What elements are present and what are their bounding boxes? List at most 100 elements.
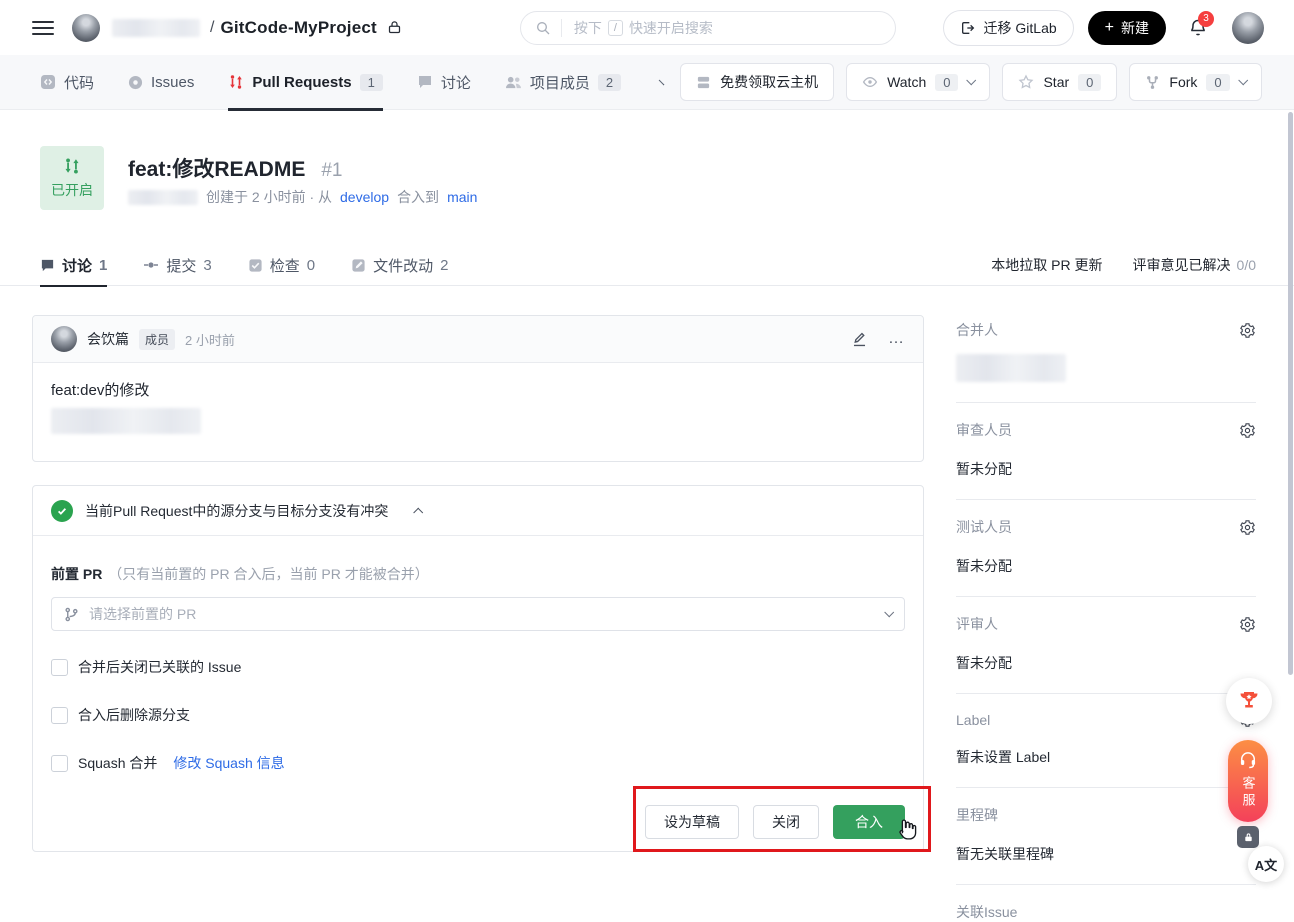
translate-icon: A文 [1255, 855, 1277, 874]
pr-number: #1 [321, 160, 342, 182]
sidebar-section-milestone: 里程碑 暂无关联里程碑 [956, 788, 1256, 885]
star-button[interactable]: Star 0 [1002, 63, 1117, 101]
target-branch-link[interactable]: main [447, 189, 477, 205]
squash-label: Squash 合并 [78, 753, 157, 773]
merge-button[interactable]: 合入 [833, 805, 905, 839]
comment-author-avatar[interactable] [51, 326, 77, 352]
edit-pencil-icon[interactable] [851, 331, 868, 348]
repo-tabbar: 代码 Issues Pull Requests 1 讨论 项目成员 2 免费领取… [0, 55, 1294, 110]
project-name-link[interactable]: GitCode-MyProject [220, 18, 376, 38]
fork-icon [1145, 75, 1160, 90]
discussion-icon [40, 258, 55, 273]
more-tabs-chevron[interactable] [659, 79, 665, 85]
delete-branch-label: 合入后删除源分支 [78, 705, 190, 725]
sidebar-section-merger: 合并人 [956, 303, 1256, 403]
more-options-icon[interactable]: … [888, 330, 905, 348]
notification-count-badge: 3 [1198, 11, 1214, 27]
server-icon [696, 75, 711, 90]
namespace-avatar[interactable] [72, 14, 100, 42]
free-cloud-host-button[interactable]: 免费领取云主机 [680, 63, 834, 101]
pr-open-icon [63, 157, 81, 175]
no-conflict-check-icon [51, 500, 73, 522]
sidebar-section-testers: 测试人员 暂未分配 [956, 500, 1256, 597]
top-navbar: / GitCode-MyProject 按下 / 快速开启搜索 迁移 GitLa… [0, 0, 1294, 55]
subtab-discussion[interactable]: 讨论 1 [40, 245, 107, 286]
prereq-pr-hint: （只有当前置的 PR 合入后，当前 PR 才能被合并） [108, 566, 428, 582]
comment-header: 会饮篇 成员 2 小时前 … [33, 316, 923, 363]
pr-count-badge: 1 [360, 74, 383, 91]
testers-gear-icon[interactable] [1239, 519, 1256, 536]
review-resolved-ratio: 0/0 [1237, 257, 1256, 273]
set-draft-button[interactable]: 设为草稿 [645, 805, 739, 839]
notifications-bell[interactable]: 3 [1188, 18, 1208, 38]
search-placeholder: 按下 / 快速开启搜索 [574, 18, 713, 38]
prereq-pr-select[interactable]: 请选择前置的 PR [51, 597, 905, 631]
subtab-file-changes[interactable]: 文件改动 2 [351, 245, 448, 286]
lock-mini-icon [1243, 832, 1254, 843]
tab-members[interactable]: 项目成员 2 [505, 55, 621, 110]
fork-count-badge: 0 [1206, 74, 1229, 91]
new-button[interactable]: + 新建 [1088, 11, 1166, 45]
sidebar-section-label: Label 暂未设置 Label [956, 694, 1256, 788]
pr-status-open-badge: 已开启 [40, 146, 104, 210]
commits-icon [143, 257, 159, 273]
subtab-commits[interactable]: 提交 3 [143, 245, 211, 286]
merge-status-header: 当前Pull Request中的源分支与目标分支没有冲突 [33, 486, 923, 536]
slash-keycap: / [608, 20, 623, 36]
prereq-pr-label: 前置 PR [51, 566, 102, 582]
issues-icon [128, 75, 143, 90]
squash-checkbox[interactable] [51, 755, 68, 772]
delete-branch-checkbox[interactable] [51, 707, 68, 724]
member-role-badge: 成员 [139, 329, 175, 350]
customer-support-button[interactable]: 客服 [1228, 740, 1268, 822]
fork-button[interactable]: Fork 0 [1129, 63, 1261, 101]
tab-code[interactable]: 代码 [40, 55, 94, 110]
code-icon [40, 74, 56, 90]
rewards-trophy-button[interactable] [1226, 678, 1272, 724]
trophy-icon [1237, 689, 1261, 713]
watch-icon [862, 74, 878, 90]
support-label: 客服 [1239, 776, 1258, 810]
merger-gear-icon[interactable] [1239, 322, 1256, 339]
comment-text: feat:dev的修改 [51, 379, 905, 400]
widget-dock-button[interactable] [1237, 826, 1259, 848]
namespace-name-redacted [112, 19, 200, 37]
star-icon [1018, 74, 1034, 90]
translate-button[interactable]: A文 [1248, 846, 1284, 882]
search-divider [561, 19, 562, 37]
collapse-chevron[interactable] [414, 508, 424, 518]
vertical-scrollbar-thumb[interactable] [1288, 112, 1293, 675]
pr-subtabs: 讨论 1 提交 3 检查 0 文件改动 2 本地拉取 PR 更新 评审意见已解决… [0, 245, 1294, 286]
edit-squash-link[interactable]: 修改 Squash 信息 [173, 753, 284, 773]
fork-dropdown-chevron[interactable] [1238, 75, 1248, 85]
pr-author-redacted [128, 190, 198, 205]
assessors-gear-icon[interactable] [1239, 616, 1256, 633]
branch-icon [64, 607, 79, 622]
close-pr-button[interactable]: 关闭 [753, 805, 819, 839]
hamburger-menu-icon[interactable] [32, 17, 54, 39]
plus-icon: + [1105, 20, 1114, 36]
search-input[interactable]: 按下 / 快速开启搜索 [520, 11, 896, 45]
tab-pull-requests[interactable]: Pull Requests 1 [228, 55, 382, 110]
review-resolved[interactable]: 评审意见已解决0/0 [1133, 255, 1256, 275]
watch-dropdown-chevron[interactable] [967, 75, 977, 85]
breadcrumb-separator: / [210, 19, 214, 37]
pr-sidebar: 合并人 审查人员 暂未分配 测试人员 暂未分配 评审人 暂未分配 Label 暂… [956, 303, 1256, 922]
tab-issues[interactable]: Issues [128, 55, 194, 110]
sidebar-section-assessors: 评审人 暂未分配 [956, 597, 1256, 694]
source-branch-link[interactable]: develop [340, 189, 389, 205]
members-count-badge: 2 [598, 74, 621, 91]
tab-discussion[interactable]: 讨论 [417, 55, 471, 110]
watch-button[interactable]: Watch 0 [846, 63, 990, 101]
close-issue-checkbox[interactable] [51, 659, 68, 676]
pull-pr-update-link[interactable]: 本地拉取 PR 更新 [991, 255, 1102, 275]
star-count-badge: 0 [1078, 74, 1101, 91]
subtab-checks[interactable]: 检查 0 [248, 245, 315, 286]
reviewers-gear-icon[interactable] [1239, 422, 1256, 439]
migrate-icon [960, 20, 976, 36]
headset-icon [1238, 750, 1258, 770]
comment-author-name[interactable]: 会饮篇 [87, 329, 129, 349]
migrate-gitlab-button[interactable]: 迁移 GitLab [943, 10, 1074, 46]
user-avatar[interactable] [1232, 12, 1264, 44]
chat-icon [417, 74, 433, 90]
